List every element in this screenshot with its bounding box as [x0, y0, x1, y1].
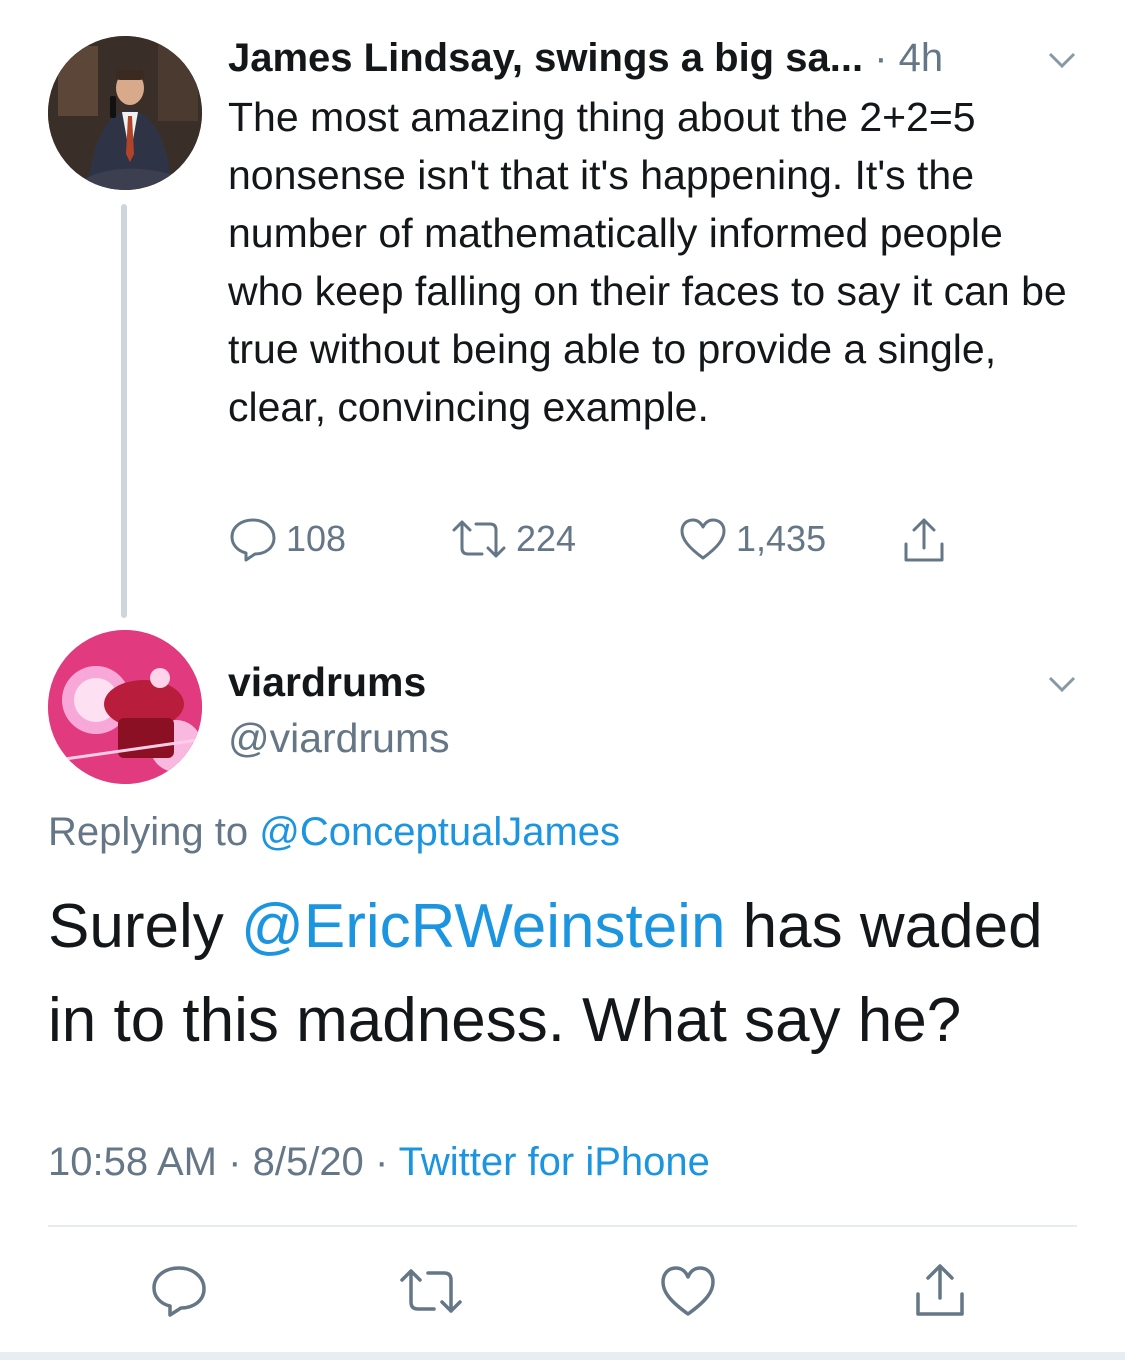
retweet-icon [400, 1269, 462, 1313]
meta-sep-1: · [228, 1140, 242, 1184]
avatar-viardrums[interactable] [48, 630, 202, 784]
share-icon [904, 518, 944, 562]
chevron-down-icon [1048, 52, 1076, 69]
reply-tweet-text: Surely @EricRWeinstein has waded in to t… [48, 880, 1088, 1068]
like-icon [661, 1266, 715, 1316]
thread-line [121, 204, 127, 618]
parent-time-ago[interactable]: 4h [899, 36, 944, 80]
tweet-date: 8/5/20 [252, 1140, 364, 1184]
chevron-down-icon [1048, 676, 1076, 693]
like-icon [680, 518, 726, 560]
avatar-james-lindsay[interactable] [48, 36, 202, 190]
parent-menu-chevron[interactable] [1042, 46, 1082, 79]
share-action[interactable] [898, 514, 950, 571]
bottom-strip [0, 1352, 1125, 1360]
reply-author-handle[interactable]: @viardrums [228, 712, 450, 764]
header-separator: · [874, 36, 888, 80]
reply-icon [152, 1266, 206, 1317]
retweet-action[interactable]: 224 [450, 516, 576, 562]
tweet-meta: 10:58 AM · 8/5/20 · Twitter for iPhone [48, 1136, 710, 1188]
like-count: 1,435 [736, 518, 827, 559]
like-button[interactable] [659, 1264, 717, 1323]
share-button[interactable] [910, 1260, 970, 1325]
reply-text-before: Surely [48, 892, 241, 961]
meta-sep-2: · [374, 1140, 389, 1184]
reply-action[interactable]: 108 [228, 516, 346, 562]
like-action[interactable]: 1,435 [678, 516, 826, 562]
tweet-source-link[interactable]: Twitter for iPhone [399, 1140, 710, 1184]
reply-button[interactable] [150, 1264, 208, 1323]
tweet-time: 10:58 AM [48, 1140, 218, 1184]
replying-label: Replying to [48, 810, 249, 854]
replying-to: Replying to @ConceptualJames [48, 806, 620, 858]
parent-author-name[interactable]: James Lindsay, swings a big sa... [228, 36, 863, 80]
parent-tweet-text: The most amazing thing about the 2+2=5 n… [228, 94, 1067, 430]
reply-icon [230, 518, 276, 562]
reply-count: 108 [286, 518, 347, 559]
share-icon [916, 1264, 964, 1316]
parent-tweet-header: James Lindsay, swings a big sa... · 4h [228, 30, 943, 86]
reply-author-name[interactable]: viardrums [228, 656, 426, 708]
retweet-button[interactable] [398, 1264, 464, 1323]
reply-menu-chevron[interactable] [1042, 670, 1082, 703]
mention-link[interactable]: @EricRWeinstein [241, 892, 725, 961]
retweet-icon [452, 520, 506, 558]
retweet-count: 224 [516, 518, 577, 559]
replying-handle-link[interactable]: @ConceptualJames [259, 810, 620, 854]
divider [48, 1225, 1077, 1227]
